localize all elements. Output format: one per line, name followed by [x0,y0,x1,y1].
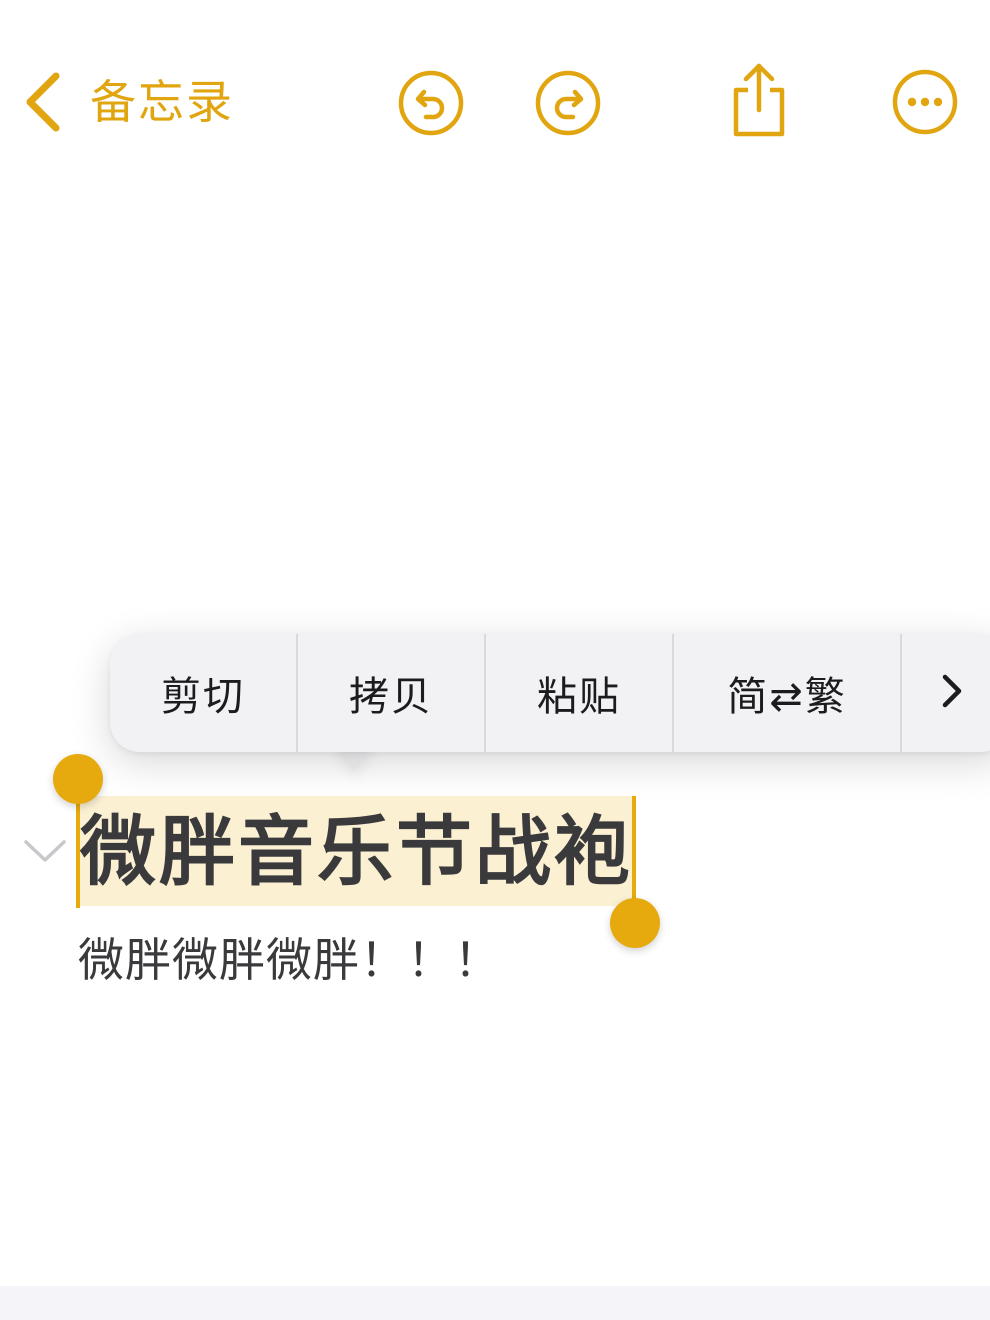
edit-context-menu: 剪切 拷贝 粘贴 简⇄繁 [110,634,990,774]
chevron-left-icon [20,70,64,134]
paste-button[interactable]: 粘贴 [486,634,674,752]
undo-icon [398,70,464,136]
menu-more-button[interactable] [902,634,990,752]
selection-start-handle[interactable] [53,754,103,804]
note-body-text[interactable]: 微胖微胖微胖！！！ [78,928,501,992]
menu-bar: 剪切 拷贝 粘贴 简⇄繁 [110,634,990,752]
back-button[interactable]: 备忘录 [20,62,234,142]
convert-simplified-traditional-button[interactable]: 简⇄繁 [674,634,902,752]
share-button[interactable] [728,62,790,138]
collapse-section-button[interactable] [22,836,68,870]
share-icon [728,62,790,138]
more-button[interactable] [891,68,959,136]
selection-end-handle[interactable] [610,898,660,948]
copy-button[interactable]: 拷贝 [298,634,486,752]
back-label: 备忘录 [90,75,234,129]
more-icon [891,68,959,136]
chevron-down-icon [22,840,68,870]
note-title[interactable]: 微胖音乐节战袍 [80,804,633,900]
bottom-toolbar [0,1286,990,1320]
undo-button[interactable] [398,70,464,136]
navigation-bar: 备忘录 [0,0,990,200]
chevron-right-icon [938,671,966,715]
cut-button[interactable]: 剪切 [110,634,298,752]
redo-icon [535,70,601,136]
redo-button[interactable] [535,70,601,136]
